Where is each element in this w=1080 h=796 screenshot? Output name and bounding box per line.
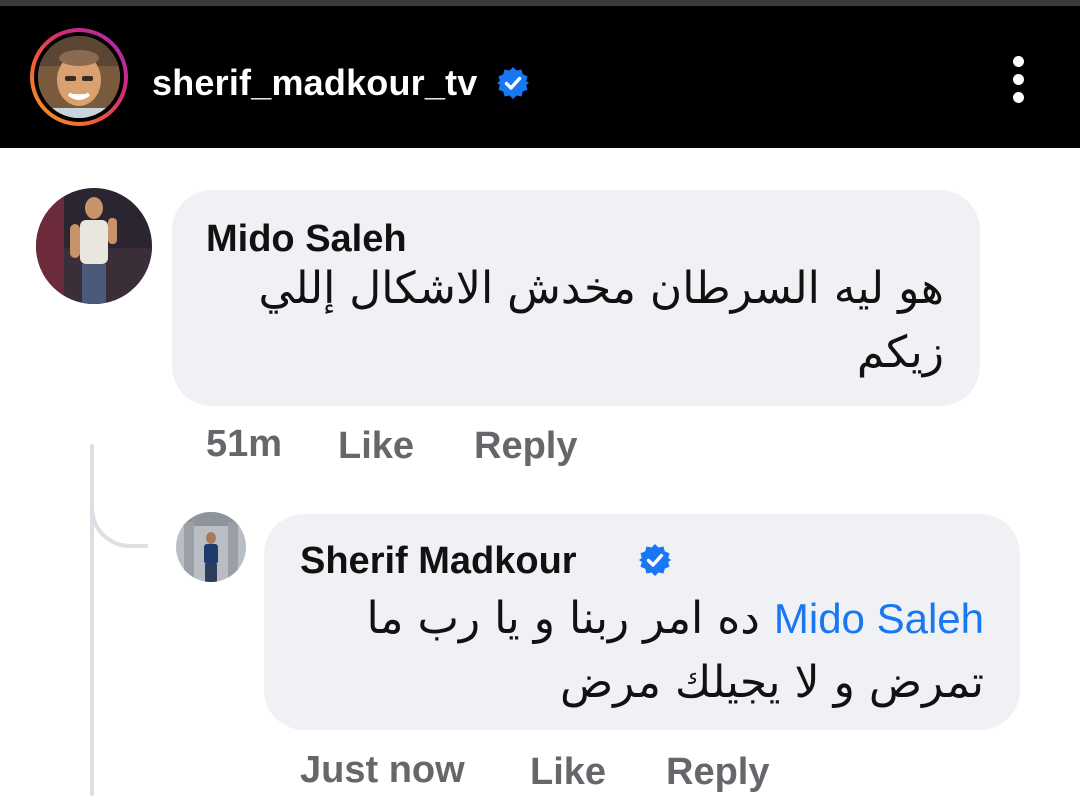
thread-connector <box>90 480 148 548</box>
verified-badge-icon <box>497 67 529 99</box>
commenter-avatar[interactable] <box>36 188 152 304</box>
comment-reply-button[interactable]: Reply <box>474 422 577 470</box>
comment-timestamp: 51m <box>206 423 283 465</box>
reply-mention-link[interactable]: Mido Saleh <box>774 595 984 642</box>
comment-text-line-1: هو ليه السرطان مخدش الاشكال إللي <box>258 263 944 314</box>
reply-reply-button[interactable]: Reply <box>666 748 769 796</box>
profile-username[interactable]: sherif_madkour_tv <box>152 58 478 108</box>
comment-bubble: Mido Saleh هو ليه السرطان مخدش الاشكال إ… <box>172 190 980 406</box>
reply-text-line-2: تمرض و لا يجيلك مرض <box>559 657 984 708</box>
reply-timestamp: Just now <box>300 749 465 791</box>
status-bar-edge <box>0 0 1080 6</box>
reply-text: ده امر ربنا و يا رب ما <box>366 593 760 644</box>
more-vertical-icon[interactable] <box>1000 52 1038 106</box>
commenter-avatar-image <box>36 188 152 304</box>
reply-author[interactable]: Sherif Madkour <box>300 538 577 584</box>
profile-photo-image <box>38 36 120 118</box>
verified-badge-icon <box>639 544 671 576</box>
comment-like-button[interactable]: Like <box>338 422 414 470</box>
comment-author[interactable]: Mido Saleh <box>206 216 407 262</box>
reply-author-avatar-image <box>176 512 246 582</box>
profile-photo <box>38 36 120 118</box>
comment-text-line-2: زيكم <box>856 327 944 378</box>
profile-header: sherif_madkour_tv <box>0 0 1080 148</box>
reply-like-button[interactable]: Like <box>530 748 606 796</box>
reply-text-line-1: ده امر ربنا و يا رب ما Mido Saleh <box>367 588 984 650</box>
reply-author-avatar[interactable] <box>176 512 246 582</box>
reply-bubble: Sherif Madkour ده امر ربنا و يا رب ما Mi… <box>264 514 1020 730</box>
profile-avatar[interactable] <box>30 28 128 126</box>
